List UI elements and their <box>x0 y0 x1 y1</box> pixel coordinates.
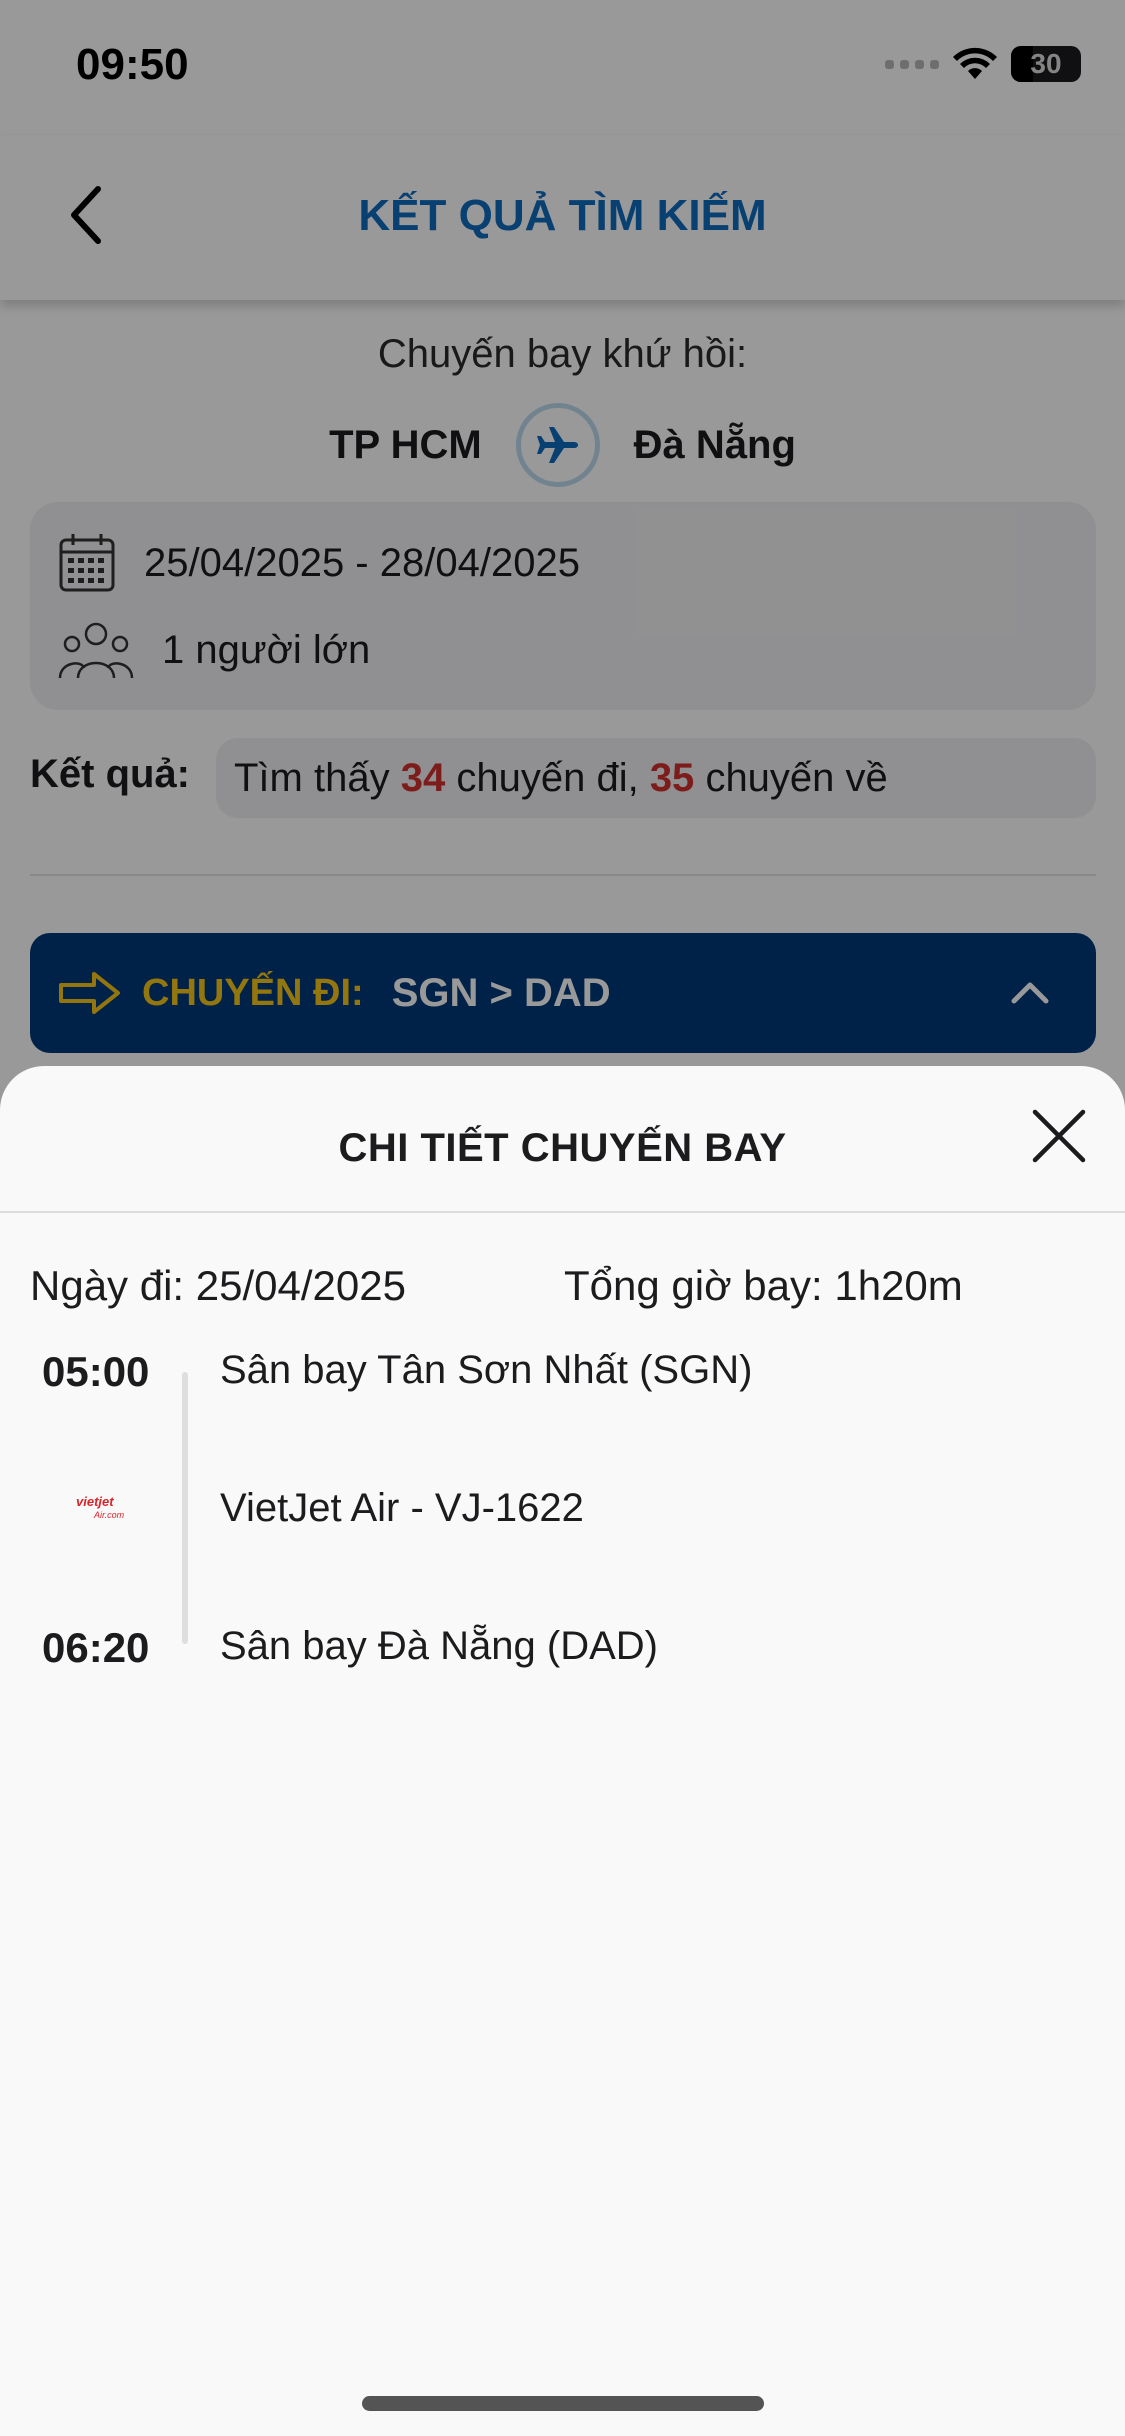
svg-text:vietjet: vietjet <box>76 1494 114 1509</box>
departure-airport: Sân bay Tân Sơn Nhất (SGN) <box>220 1348 753 1392</box>
sheet-divider <box>0 1211 1125 1213</box>
departure-date: Ngày đi: 25/04/2025 <box>30 1262 406 1309</box>
airline-flight: VietJet Air - VJ-1622 <box>220 1486 584 1530</box>
total-flight-time: Tổng giờ bay: 1h20m <box>564 1262 963 1309</box>
close-icon <box>1032 1109 1086 1163</box>
arrival-airport: Sân bay Đà Nẵng (DAD) <box>220 1624 658 1668</box>
home-indicator[interactable] <box>362 2396 764 2411</box>
sheet-title: CHI TIẾT CHUYẾN BAY <box>338 1126 787 1170</box>
arrival-time: 06:20 <box>42 1624 150 1671</box>
svg-text:Air.com: Air.com <box>93 1510 125 1520</box>
departure-time: 05:00 <box>42 1348 150 1395</box>
flight-detail-sheet: CHI TIẾT CHUYẾN BAY Ngày đi: 25/04/2025 … <box>0 1066 1125 2436</box>
vietjet-logo: vietjet Air.com <box>76 1494 125 1520</box>
timeline-line <box>182 1372 188 1644</box>
close-button[interactable] <box>1019 1096 1099 1176</box>
